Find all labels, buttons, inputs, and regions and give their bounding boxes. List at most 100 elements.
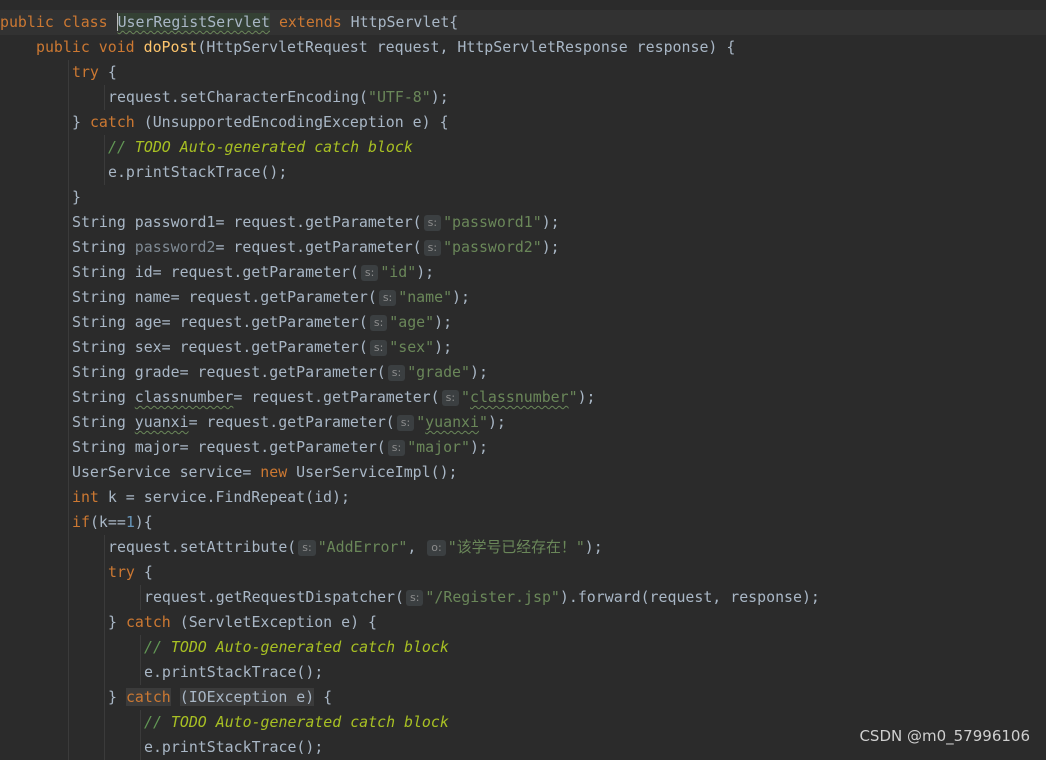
indent-guide [103,735,105,760]
param-hint: s: [423,215,442,231]
code-line[interactable]: public class UserRegistServlet extends H… [0,10,1046,35]
indent-guide [67,560,69,585]
code-line[interactable]: request.setCharacterEncoding("UTF-8"); [0,85,1046,110]
code-line[interactable]: String age= request.getParameter(s: "age"… [0,310,1046,335]
indent-guide [67,85,69,110]
code-editor[interactable]: public class UserRegistServlet extends H… [0,0,1046,760]
code-text: public void doPost(HttpServletRequest re… [36,38,736,56]
indent-guide [103,585,105,610]
code-text: if(k==1){ [72,513,153,531]
watermark: CSDN @m0_57996106 [859,727,1030,745]
code-text: request.setAttribute(s: "AddError", o: "该学… [108,538,603,556]
indent-guide [103,535,105,560]
indent-guide [103,610,105,635]
code-line[interactable]: } catch (IOException e) { [0,685,1046,710]
code-line[interactable]: // TODO Auto-generated catch block [0,135,1046,160]
code-line[interactable]: String grade= request.getParameter(s: "gr… [0,360,1046,385]
code-text: e.printStackTrace(); [144,738,324,756]
code-text: UserService service= new UserServiceImpl… [72,463,458,481]
indent-guide [67,610,69,635]
code-line[interactable]: UserService service= new UserServiceImpl… [0,460,1046,485]
code-line[interactable]: if(k==1){ [0,510,1046,535]
param-hint: s: [369,315,388,331]
code-text: request.setCharacterEncoding("UTF-8"); [108,88,449,106]
code-text: String password1= request.getParameter(s… [72,213,560,231]
indent-guide [67,510,69,535]
indent-guide [67,135,69,160]
indent-guide [103,635,105,660]
indent-guide [139,710,141,735]
param-hint: s: [298,540,316,556]
indent-guide [67,185,69,210]
code-line[interactable]: String major= request.getParameter(s: "ma… [0,435,1046,460]
indent-guide [67,585,69,610]
param-hint: s: [396,415,415,431]
code-line[interactable]: String sex= request.getParameter(s: "sex"… [0,335,1046,360]
code-line[interactable]: try { [0,560,1046,585]
code-text: int k = service.FindRepeat(id); [72,488,350,506]
indent-guide [67,310,69,335]
indent-guide [67,435,69,460]
param-hint: s: [378,290,397,306]
indent-guide [103,660,105,685]
code-text: try { [108,563,153,581]
indent-guide [67,235,69,260]
code-text: public class UserRegistServlet extends H… [0,13,459,31]
indent-guide [67,160,69,185]
code-text: } catch (UnsupportedEncodingException e)… [72,113,449,131]
indent-guide [103,160,105,185]
code-line[interactable]: // TODO Auto-generated catch block [0,635,1046,660]
indent-guide [103,710,105,735]
code-line[interactable]: request.getRequestDispatcher(s: "/Registe… [0,585,1046,610]
code-text: String age= request.getParameter(s: "age"… [72,313,453,331]
code-line[interactable]: String yuanxi= request.getParameter(s: "y… [0,410,1046,435]
code-text: request.getRequestDispatcher(s: "/Registe… [144,588,820,606]
param-hint: o: [427,540,446,556]
param-hint: s: [387,365,406,381]
code-line[interactable]: String classnumber= request.getParameter… [0,385,1046,410]
code-text: } catch (ServletException e) { [108,613,377,631]
code-line[interactable]: String password1= request.getParameter(s… [0,210,1046,235]
code-text: // TODO Auto-generated catch block [144,713,449,731]
code-line[interactable]: e.printStackTrace(); [0,160,1046,185]
code-line[interactable]: } catch (UnsupportedEncodingException e)… [0,110,1046,135]
indent-guide [67,285,69,310]
param-hint: s: [441,390,460,406]
code-line[interactable]: String name= request.getParameter(s: "nam… [0,285,1046,310]
code-line[interactable]: request.setAttribute(s: "AddError", o: "该学… [0,535,1046,560]
indent-guide [67,410,69,435]
code-line[interactable]: int k = service.FindRepeat(id); [0,485,1046,510]
code-line[interactable]: e.printStackTrace(); [0,660,1046,685]
indent-guide [67,685,69,710]
indent-guide [67,335,69,360]
code-line[interactable]: String password2= request.getParameter(s… [0,235,1046,260]
code-text: String major= request.getParameter(s: "ma… [72,438,488,456]
indent-guide [139,585,141,610]
code-text: e.printStackTrace(); [144,663,324,681]
code-line[interactable]: try { [0,60,1046,85]
indent-guide [67,485,69,510]
code-text: String id= request.getParameter(s: "id"); [72,263,435,281]
code-line[interactable]: public void doPost(HttpServletRequest re… [0,35,1046,60]
indent-guide [67,635,69,660]
indent-guide [103,135,105,160]
code-text: } [72,188,81,206]
param-hint: s: [369,340,388,356]
indent-guide [67,660,69,685]
code-line[interactable]: } catch (ServletException e) { [0,610,1046,635]
code-line[interactable]: } [0,185,1046,210]
indent-guide [103,560,105,585]
indent-guide [67,60,69,85]
param-hint: s: [405,590,424,606]
code-text: String sex= request.getParameter(s: "sex"… [72,338,453,356]
indent-guide [103,85,105,110]
code-text: String yuanxi= request.getParameter(s: "y… [72,413,506,431]
code-line[interactable]: String id= request.getParameter(s: "id"); [0,260,1046,285]
indent-guide [67,535,69,560]
indent-guide [139,660,141,685]
code-text: String classnumber= request.getParameter… [72,388,596,406]
param-hint: s: [360,265,379,281]
indent-guide [103,685,105,710]
code-text: // TODO Auto-generated catch block [108,138,413,156]
code-text: e.printStackTrace(); [108,163,288,181]
